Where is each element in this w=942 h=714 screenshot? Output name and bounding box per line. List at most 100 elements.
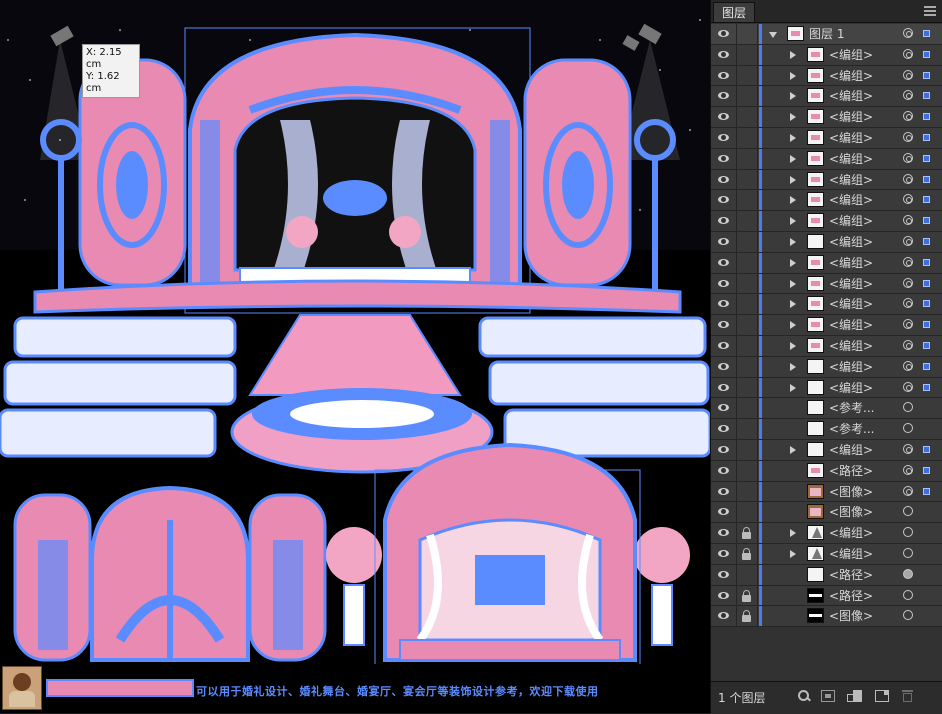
layer-name[interactable]: <图像> [829, 502, 873, 522]
lock-toggle[interactable] [737, 86, 758, 107]
layer-row[interactable]: <参考... [711, 398, 942, 420]
expand-arrow-icon[interactable] [790, 321, 796, 330]
layer-name[interactable]: <编组> [829, 232, 873, 252]
visibility-toggle[interactable] [711, 148, 737, 169]
expand-arrow-icon[interactable] [790, 196, 796, 205]
layer-name[interactable]: <编组> [829, 107, 873, 127]
wedding-stage-artwork[interactable] [0, 0, 710, 713]
target-circle-icon[interactable] [903, 298, 913, 309]
tab-layers[interactable]: 图层 [713, 2, 756, 22]
visibility-toggle[interactable] [711, 398, 737, 419]
selection-indicator[interactable] [923, 487, 930, 495]
selection-indicator[interactable] [923, 300, 930, 308]
target-circle-icon[interactable] [903, 506, 913, 517]
lock-toggle[interactable] [737, 481, 758, 502]
visibility-toggle[interactable] [711, 252, 737, 273]
visibility-toggle[interactable] [711, 419, 737, 439]
target-circle-icon[interactable] [903, 485, 913, 496]
visibility-toggle[interactable] [711, 273, 737, 294]
make-clipping-mask-icon[interactable] [821, 690, 835, 702]
layer-row[interactable]: <编组> [711, 86, 942, 108]
expand-arrow-icon[interactable] [769, 32, 777, 38]
selection-indicator[interactable] [923, 237, 930, 245]
cartoon-thumbnail-image[interactable] [2, 666, 42, 710]
lock-toggle[interactable] [737, 377, 758, 398]
lock-toggle[interactable] [737, 148, 758, 169]
layer-row[interactable]: <编组> [711, 377, 942, 399]
visibility-toggle[interactable] [711, 211, 737, 231]
locate-object-icon[interactable] [797, 690, 811, 702]
selection-indicator[interactable] [923, 279, 930, 287]
target-circle-icon[interactable] [903, 194, 913, 205]
lock-toggle[interactable] [737, 439, 758, 460]
expand-arrow-icon[interactable] [790, 362, 796, 371]
expand-arrow-icon[interactable] [790, 383, 796, 392]
layer-row[interactable]: <编组> [711, 252, 942, 274]
visibility-toggle[interactable] [711, 107, 737, 127]
layer-row[interactable]: <路径> [711, 460, 942, 482]
selection-indicator[interactable] [923, 341, 930, 349]
selection-indicator[interactable] [923, 362, 930, 370]
layer-name[interactable]: <编组> [829, 544, 873, 564]
layer-row-top[interactable]: 图层 1 [711, 24, 942, 45]
visibility-toggle[interactable] [711, 86, 737, 107]
lock-toggle[interactable] [737, 107, 758, 127]
visibility-toggle[interactable] [711, 543, 737, 564]
layer-name[interactable]: <编组> [829, 274, 873, 294]
target-circle-icon[interactable] [903, 589, 913, 600]
expand-arrow-icon[interactable] [790, 300, 796, 309]
expand-arrow-icon[interactable] [790, 113, 796, 122]
lock-toggle[interactable] [737, 44, 758, 65]
lock-toggle[interactable] [737, 169, 758, 190]
selection-indicator[interactable] [923, 258, 930, 266]
selection-indicator[interactable] [923, 133, 930, 141]
visibility-toggle[interactable] [711, 564, 737, 585]
layer-row[interactable]: <编组> [711, 169, 942, 191]
selection-indicator[interactable] [923, 113, 930, 121]
layer-row[interactable]: <编组> [711, 107, 942, 128]
visibility-toggle[interactable] [711, 585, 737, 606]
panel-menu-icon[interactable] [924, 6, 936, 16]
lock-toggle[interactable] [737, 585, 758, 606]
target-circle-icon[interactable] [903, 402, 913, 413]
lock-toggle[interactable] [737, 211, 758, 231]
visibility-toggle[interactable] [711, 606, 737, 627]
layer-row[interactable]: <编组> [711, 439, 942, 461]
layer-name[interactable]: <图像> [829, 482, 873, 502]
lock-toggle[interactable] [737, 460, 758, 481]
layer-name[interactable]: <编组> [829, 128, 873, 148]
layer-row[interactable]: <编组> [711, 190, 942, 212]
selection-indicator[interactable] [923, 50, 930, 58]
target-circle-icon[interactable] [903, 319, 913, 330]
selection-indicator[interactable] [923, 175, 930, 183]
layer-row[interactable]: <编组> [711, 335, 942, 357]
visibility-toggle[interactable] [711, 169, 737, 190]
expand-arrow-icon[interactable] [790, 529, 796, 538]
selection-indicator[interactable] [923, 30, 930, 37]
lock-toggle[interactable] [737, 315, 758, 335]
layer-name[interactable]: <编组> [829, 190, 873, 210]
visibility-toggle[interactable] [711, 65, 737, 86]
delete-layer-icon[interactable] [901, 690, 915, 702]
visibility-toggle[interactable] [711, 315, 737, 335]
target-circle-icon[interactable] [903, 90, 913, 101]
selection-indicator[interactable] [923, 217, 930, 225]
layer-row[interactable]: <编组> [711, 44, 942, 66]
target-circle-icon[interactable] [903, 423, 913, 434]
lock-toggle[interactable] [737, 543, 758, 564]
selection-indicator[interactable] [923, 445, 930, 453]
visibility-toggle[interactable] [711, 44, 737, 65]
lock-toggle[interactable] [737, 65, 758, 86]
target-circle-icon[interactable] [903, 339, 913, 350]
target-circle-icon[interactable] [903, 28, 913, 38]
expand-arrow-icon[interactable] [790, 279, 796, 288]
target-circle-icon[interactable] [903, 360, 913, 371]
target-circle-icon[interactable] [903, 215, 913, 226]
expand-arrow-icon[interactable] [790, 549, 796, 558]
selection-indicator[interactable] [923, 71, 930, 79]
layer-row[interactable]: <编组> [711, 65, 942, 87]
expand-arrow-icon[interactable] [790, 154, 796, 163]
selection-indicator[interactable] [923, 466, 930, 474]
target-circle-icon[interactable] [903, 173, 913, 184]
layer-name[interactable]: <编组> [829, 294, 873, 314]
